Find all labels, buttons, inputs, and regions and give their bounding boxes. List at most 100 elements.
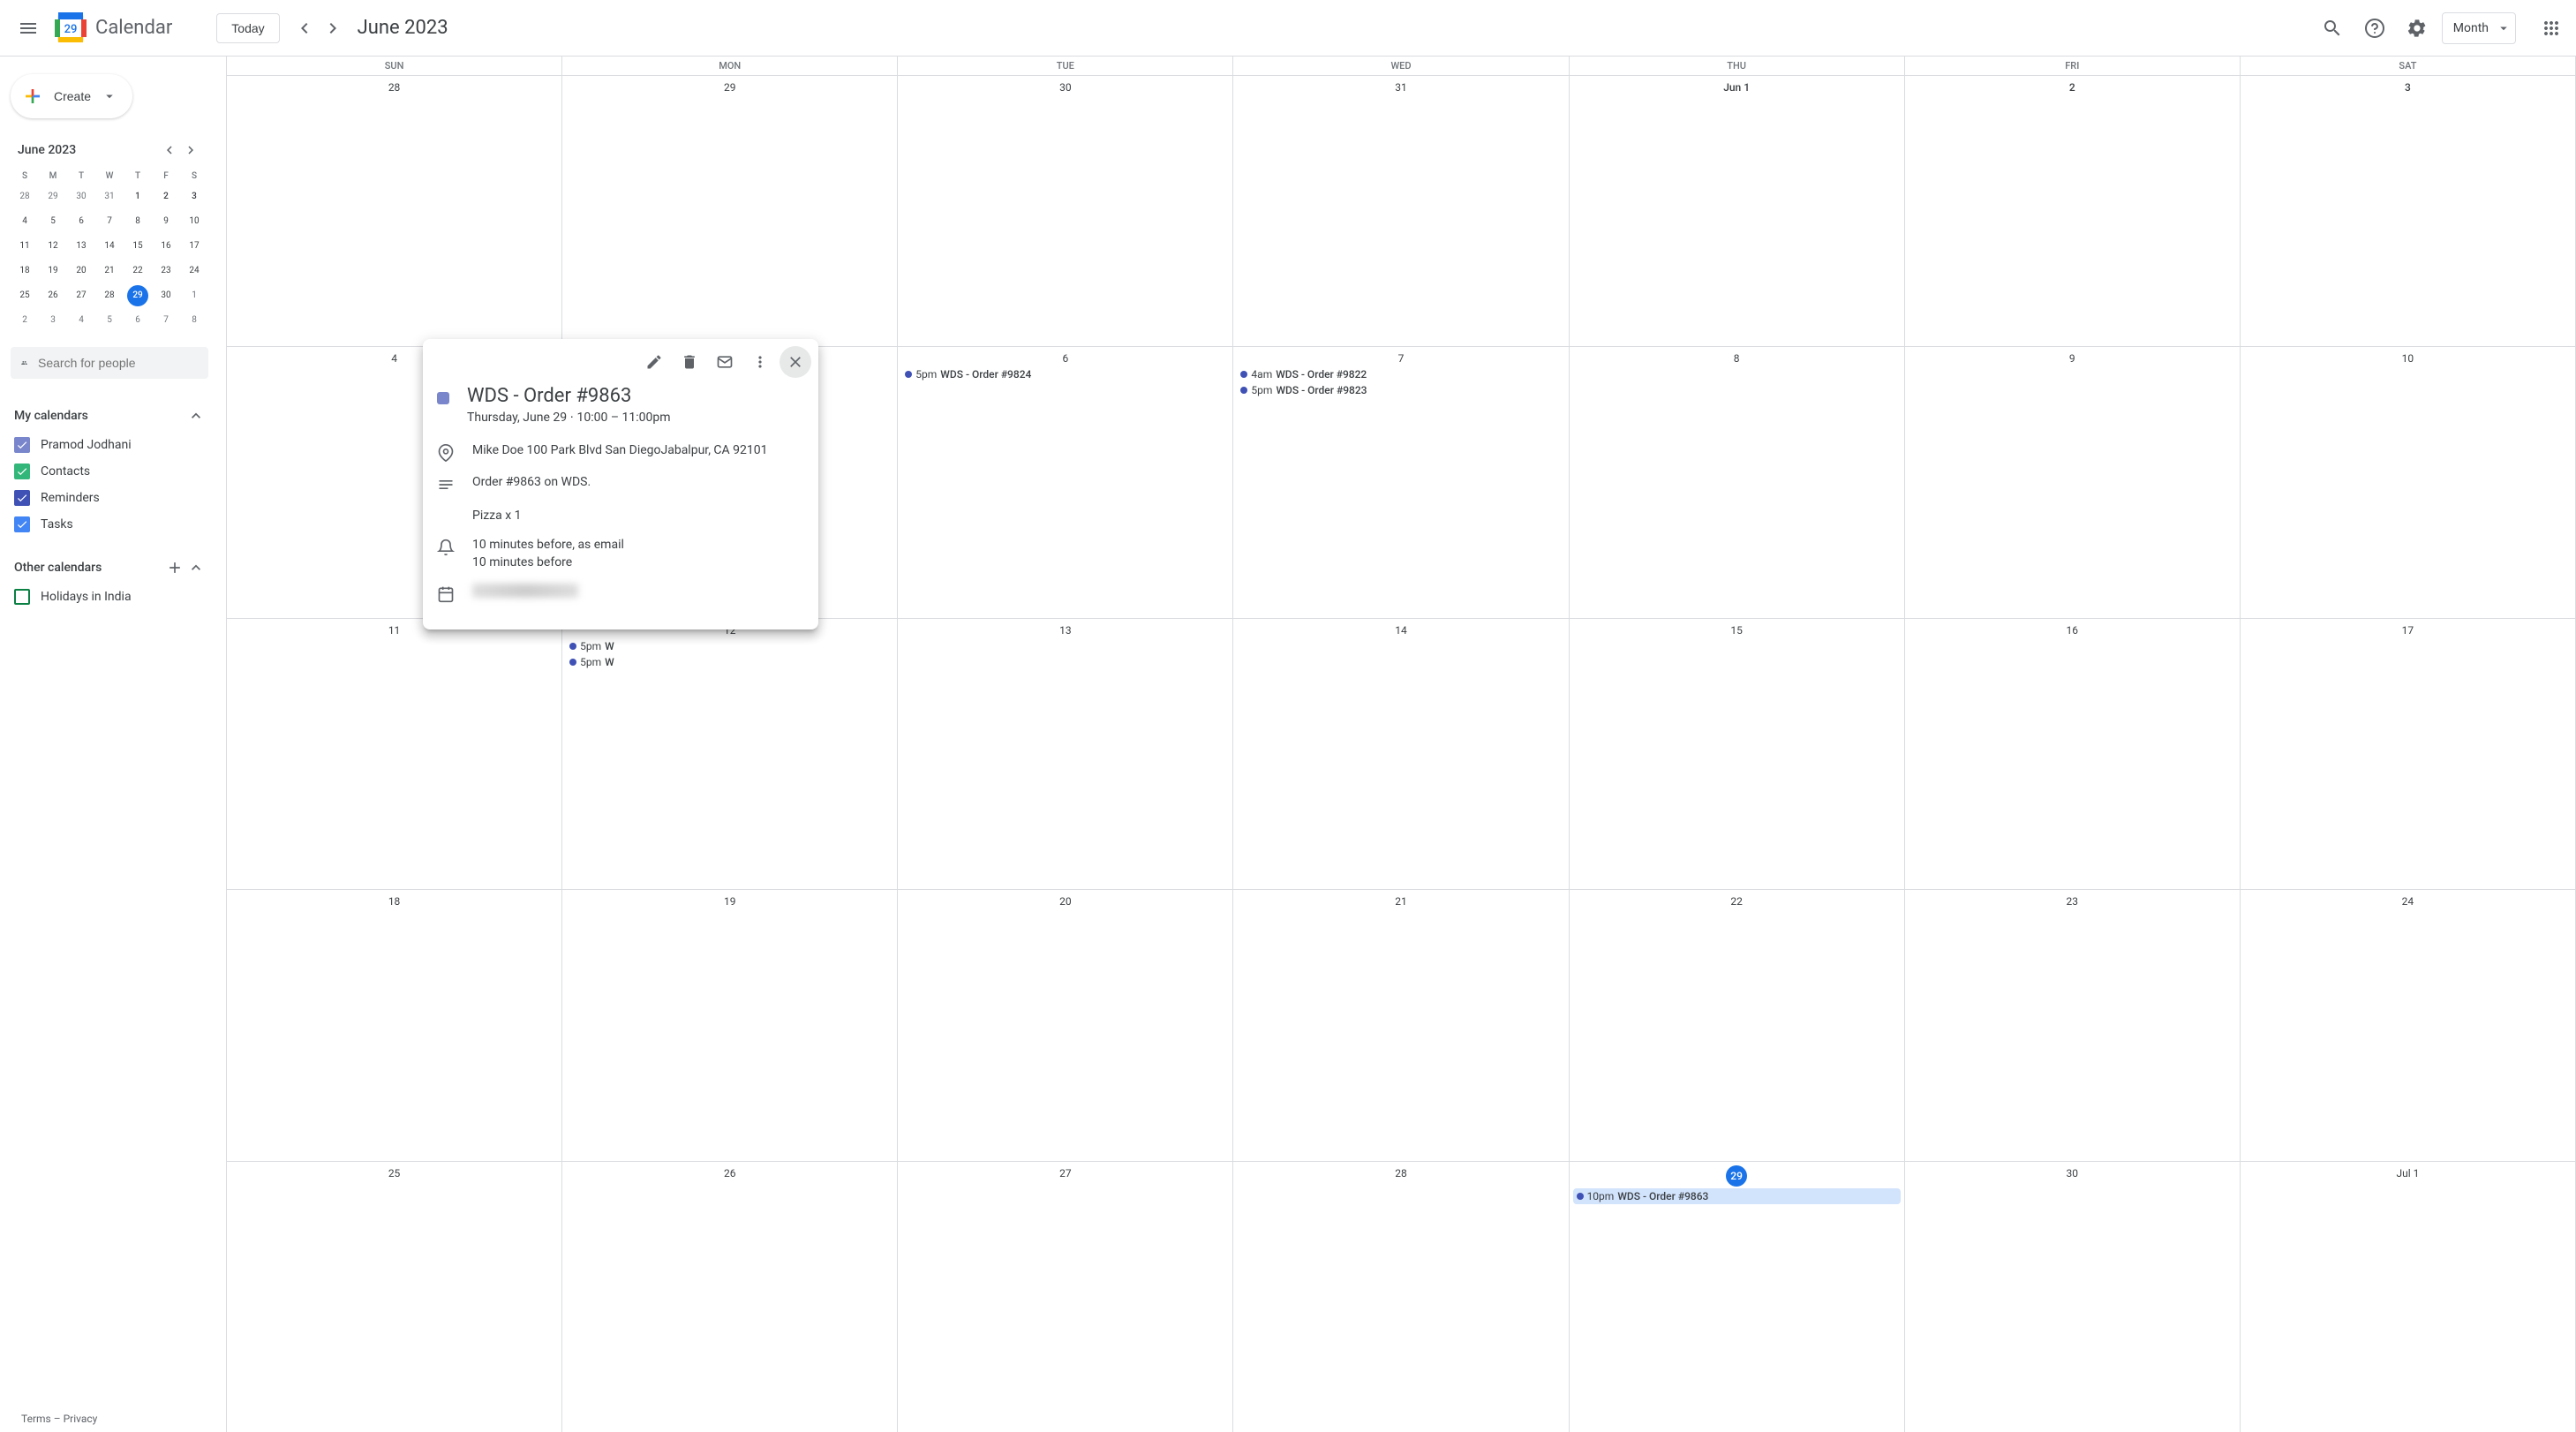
mini-day[interactable]: 22 — [127, 260, 148, 282]
day-cell[interactable]: 3 — [2241, 76, 2576, 346]
mini-day[interactable]: 4 — [71, 310, 92, 331]
calendar-checkbox[interactable] — [14, 490, 30, 506]
day-cell[interactable]: 30 — [1905, 1162, 2241, 1432]
mini-day[interactable]: 24 — [184, 260, 205, 282]
mini-day[interactable]: 7 — [155, 310, 177, 331]
apps-button[interactable] — [2534, 11, 2569, 46]
mini-day[interactable]: 18 — [14, 260, 35, 282]
today-button[interactable]: Today — [216, 13, 279, 43]
day-cell[interactable]: 23 — [1905, 890, 2241, 1160]
mini-day[interactable]: 8 — [184, 310, 205, 331]
day-cell[interactable]: 21 — [1233, 890, 1569, 1160]
calendar-checkbox[interactable] — [14, 437, 30, 453]
mini-day[interactable]: 23 — [155, 260, 177, 282]
event-chip[interactable]: 4amWDS - Order #9822 — [1237, 366, 1564, 382]
mini-day[interactable]: 19 — [42, 260, 64, 282]
event-chip[interactable]: 5pmWDS - Order #9823 — [1237, 382, 1564, 398]
mini-day[interactable]: 5 — [42, 211, 64, 232]
mini-day[interactable]: 31 — [99, 186, 120, 207]
prev-month-button[interactable] — [290, 14, 319, 42]
mini-day[interactable]: 29 — [42, 186, 64, 207]
mini-day[interactable]: 20 — [71, 260, 92, 282]
view-selector[interactable]: Month — [2442, 12, 2516, 44]
day-cell[interactable]: 74amWDS - Order #98225pmWDS - Order #982… — [1233, 347, 1569, 617]
mini-day[interactable]: 29 — [127, 285, 148, 306]
mini-day[interactable]: 1 — [127, 186, 148, 207]
day-cell[interactable]: 125pmW5pmW — [562, 619, 898, 889]
mini-day[interactable]: 25 — [14, 285, 35, 306]
day-cell[interactable]: 19 — [562, 890, 898, 1160]
mini-day[interactable]: 10 — [184, 211, 205, 232]
mini-day[interactable]: 17 — [184, 236, 205, 257]
calendar-item[interactable]: Pramod Jodhani — [11, 432, 208, 458]
day-cell[interactable]: 24 — [2241, 890, 2576, 1160]
day-cell[interactable]: 2 — [1905, 76, 2241, 346]
day-cell[interactable]: Jun 1 — [1570, 76, 1905, 346]
day-cell[interactable]: 9 — [1905, 347, 2241, 617]
mini-day[interactable]: 14 — [99, 236, 120, 257]
day-cell[interactable]: 31 — [1233, 76, 1569, 346]
email-guests-button[interactable] — [709, 346, 741, 378]
mini-day[interactable]: 6 — [127, 310, 148, 331]
event-chip[interactable]: 5pmWDS - Order #9824 — [901, 366, 1229, 382]
main-menu-button[interactable] — [7, 7, 49, 49]
next-month-button[interactable] — [319, 14, 347, 42]
mini-day[interactable]: 7 — [99, 211, 120, 232]
calendar-checkbox[interactable] — [14, 516, 30, 532]
mini-day[interactable]: 30 — [71, 186, 92, 207]
my-calendars-toggle[interactable]: My calendars — [11, 400, 208, 432]
mini-day[interactable]: 6 — [71, 211, 92, 232]
day-cell[interactable]: 14 — [1233, 619, 1569, 889]
mini-day[interactable]: 26 — [42, 285, 64, 306]
day-cell[interactable]: 27 — [898, 1162, 1233, 1432]
mini-day[interactable]: 30 — [155, 285, 177, 306]
mini-day[interactable]: 13 — [71, 236, 92, 257]
day-cell[interactable]: 25 — [227, 1162, 562, 1432]
day-cell[interactable]: 13 — [898, 619, 1233, 889]
calendar-checkbox[interactable] — [14, 589, 30, 605]
calendar-item[interactable]: Reminders — [11, 485, 208, 511]
calendar-item[interactable]: Holidays in India — [11, 584, 208, 610]
mini-day[interactable]: 28 — [14, 186, 35, 207]
mini-day[interactable]: 9 — [155, 211, 177, 232]
search-people-input[interactable] — [38, 356, 198, 370]
day-cell[interactable]: 30 — [898, 76, 1233, 346]
day-cell[interactable]: 18 — [227, 890, 562, 1160]
day-cell[interactable]: Jul 1 — [2241, 1162, 2576, 1432]
calendar-item[interactable]: Contacts — [11, 458, 208, 485]
mini-day[interactable]: 2 — [14, 310, 35, 331]
day-cell[interactable]: 20 — [898, 890, 1233, 1160]
calendar-item[interactable]: Tasks — [11, 511, 208, 538]
day-cell[interactable]: 16 — [1905, 619, 2241, 889]
day-cell[interactable]: 15 — [1570, 619, 1905, 889]
mini-day[interactable]: 3 — [184, 186, 205, 207]
delete-event-button[interactable] — [674, 346, 705, 378]
day-cell[interactable]: 17 — [2241, 619, 2576, 889]
privacy-link[interactable]: Privacy — [64, 1413, 98, 1425]
search-button[interactable] — [2315, 11, 2350, 46]
mini-day[interactable]: 2 — [155, 186, 177, 207]
day-cell[interactable]: 65pmWDS - Order #9824 — [898, 347, 1233, 617]
mini-day[interactable]: 1 — [184, 285, 205, 306]
day-cell[interactable]: 22 — [1570, 890, 1905, 1160]
edit-event-button[interactable] — [638, 346, 670, 378]
mini-day[interactable]: 5 — [99, 310, 120, 331]
day-cell[interactable]: 11 — [227, 619, 562, 889]
mini-day[interactable]: 15 — [127, 236, 148, 257]
day-cell[interactable]: 28 — [227, 76, 562, 346]
event-chip[interactable]: 5pmW — [566, 654, 893, 670]
day-cell[interactable]: 26 — [562, 1162, 898, 1432]
plus-icon[interactable] — [166, 559, 184, 577]
settings-button[interactable] — [2399, 11, 2435, 46]
event-chip[interactable]: 10pmWDS - Order #9863 — [1573, 1188, 1901, 1204]
mini-prev-button[interactable] — [159, 139, 180, 161]
calendar-checkbox[interactable] — [14, 464, 30, 479]
mini-next-button[interactable] — [180, 139, 201, 161]
day-cell[interactable]: 2910pmWDS - Order #9863 — [1570, 1162, 1905, 1432]
mini-day[interactable]: 12 — [42, 236, 64, 257]
terms-link[interactable]: Terms — [21, 1413, 51, 1425]
day-cell[interactable]: 8 — [1570, 347, 1905, 617]
support-button[interactable] — [2357, 11, 2392, 46]
mini-day[interactable]: 28 — [99, 285, 120, 306]
mini-day[interactable]: 27 — [71, 285, 92, 306]
